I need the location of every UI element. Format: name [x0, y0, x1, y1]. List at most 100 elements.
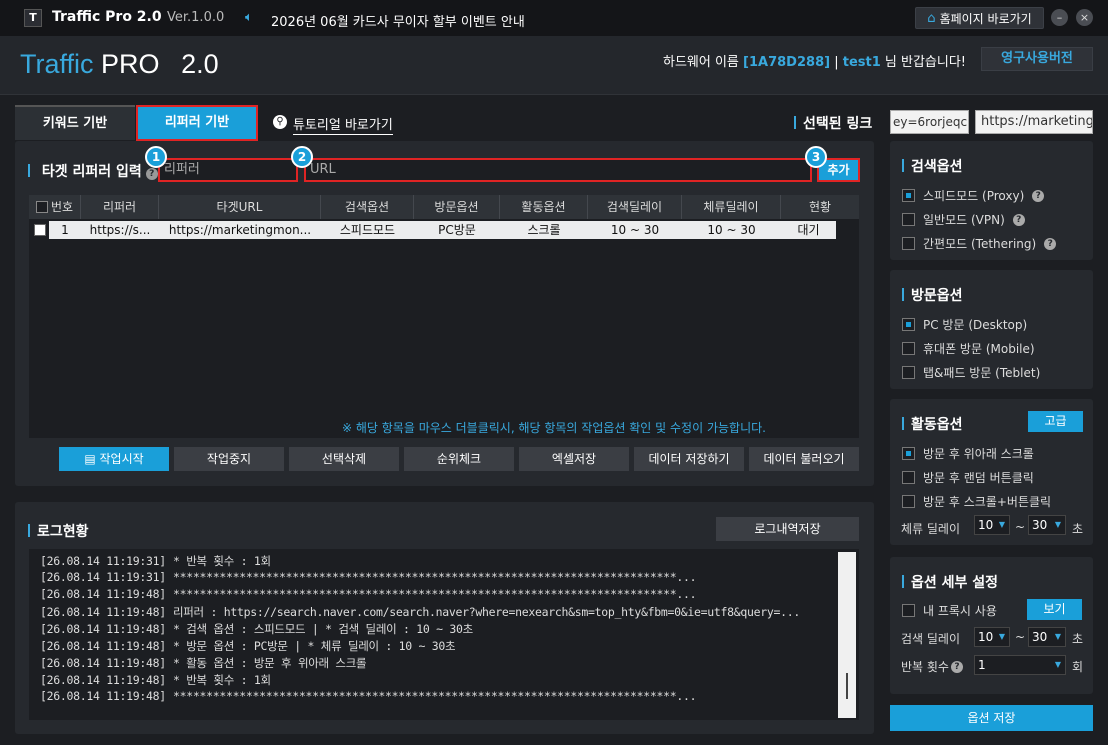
cell-search-option: 스피드모드	[339, 223, 396, 237]
log-save-button[interactable]: 로그내역저장	[716, 517, 859, 541]
table-row[interactable]: 1 https://s... https://marketingmon... 스…	[49, 221, 836, 239]
option-pc-visit[interactable]: PC 방문 (Desktop)	[902, 316, 1027, 333]
normal-mode-label: 일반모드 (VPN)	[923, 213, 1005, 227]
help-icon[interactable]: ?	[1032, 189, 1045, 202]
selected-link-field-1[interactable]: ey=6rorjeqc	[890, 110, 969, 134]
log-timestamp: [26.08.14 11:19:48]	[40, 656, 166, 670]
detail-options-title: 옵션 세부 설정	[902, 572, 998, 592]
chevron-down-icon: ▼	[998, 520, 1005, 529]
pc-visit-label: PC 방문 (Desktop)	[923, 318, 1028, 332]
help-icon[interactable]: ?	[1044, 237, 1057, 250]
log-box[interactable]: [26.08.14 11:19:31] * 반복 횟수 : 1회 [26.08.1…	[29, 549, 859, 720]
tab-referrer[interactable]: 리퍼러 기반	[136, 105, 258, 141]
notice-text[interactable]: 2026년 06월 카드사 무이자 할부 이벤트 안내	[271, 11, 525, 30]
search-options-panel: 검색옵션 스피드모드 (Proxy) ? 일반모드 (VPN) ? 간편모드 (…	[890, 141, 1093, 260]
col-visit-option: 방문옵션	[414, 195, 500, 219]
referrer-input[interactable]: 리퍼러	[158, 158, 298, 182]
cell-no: 1	[61, 223, 69, 237]
log-message: * 활동 옵션 : 방문 후 위아래 스크롤	[173, 656, 367, 670]
minimize-button[interactable]: –	[1051, 9, 1068, 26]
scroll-label: 방문 후 위아래 스크롤	[923, 447, 1034, 461]
stay-delay-to-select[interactable]: 30 ▼	[1028, 515, 1066, 535]
excel-save-button[interactable]: 엑셀저장	[519, 447, 629, 471]
col-referrer: 리퍼러	[81, 195, 159, 219]
search-tilde: ~	[1015, 630, 1026, 644]
col-search-option: 검색옵션	[321, 195, 414, 219]
log-message: ****************************************…	[173, 587, 697, 601]
help-icon[interactable]: ?	[1012, 213, 1025, 226]
search-icon: ⚲	[273, 115, 287, 129]
log-line: [26.08.14 11:19:48] * 검색 옵션 : 스피드모드 | * 검…	[40, 621, 473, 637]
homepage-button[interactable]: ⌂ 홈페이지 바로가기	[915, 7, 1044, 29]
selected-link-field-2[interactable]: https://marketing	[975, 110, 1093, 134]
help-icon[interactable]: ?	[145, 168, 158, 180]
url-input[interactable]: URL	[304, 158, 812, 182]
search-to-value: 30	[1032, 630, 1048, 644]
search-delay-from-select[interactable]: 10 ▼	[974, 627, 1010, 647]
selected-link-title: 선택된 링크	[794, 113, 872, 133]
option-random-click[interactable]: 방문 후 랜덤 버튼클릭	[902, 469, 1034, 486]
option-mobile-visit[interactable]: 휴대폰 방문 (Mobile)	[902, 340, 1035, 357]
cell-stay-delay: 10 ~ 30	[707, 223, 756, 237]
cell-search-delay: 10 ~ 30	[610, 223, 660, 237]
save-data-button[interactable]: 데이터 저장하기	[634, 447, 744, 471]
simple-mode-label: 간편모드 (Tethering)	[923, 237, 1037, 251]
close-button[interactable]: ×	[1076, 9, 1093, 26]
rank-check-button[interactable]: 순위체크	[404, 447, 514, 471]
option-speed-mode[interactable]: 스피드모드 (Proxy) ?	[902, 187, 1045, 204]
tablet-visit-checkbox[interactable]	[902, 366, 915, 379]
repeat-count-select[interactable]: 1 ▼	[974, 655, 1066, 675]
option-scroll-click[interactable]: 방문 후 스크롤+버튼클릭	[902, 493, 1051, 510]
hardware-info: 하드웨어 이름 [1A78D288] | test1 님 반갑습니다!	[663, 51, 966, 70]
step-badge-3: 3	[805, 146, 827, 168]
option-scroll[interactable]: 방문 후 위아래 스크롤	[902, 445, 1034, 462]
option-simple-mode[interactable]: 간편모드 (Tethering) ?	[902, 235, 1057, 252]
log-scrollbar-thumb[interactable]	[846, 673, 848, 699]
log-title: 로그현황	[28, 521, 89, 541]
my-proxy-checkbox[interactable]	[902, 604, 915, 617]
repeat-unit: 회	[1072, 660, 1084, 674]
brand-part2: PRO	[101, 49, 160, 79]
scroll-click-checkbox[interactable]	[902, 495, 915, 508]
stay-delay-from-select[interactable]: 10 ▼	[974, 515, 1010, 535]
advanced-button[interactable]: 고급	[1028, 411, 1083, 432]
scroll-checkbox[interactable]	[902, 447, 915, 460]
mobile-visit-checkbox[interactable]	[902, 342, 915, 355]
normal-mode-checkbox[interactable]	[902, 213, 915, 226]
option-my-proxy[interactable]: 내 프록시 사용	[902, 602, 997, 619]
log-timestamp: [26.08.14 11:19:48]	[40, 639, 166, 653]
save-options-button[interactable]: 옵션 저장	[890, 705, 1093, 731]
simple-mode-checkbox[interactable]	[902, 237, 915, 250]
view-button[interactable]: 보기	[1027, 599, 1082, 620]
log-message: * 반복 횟수 : 1회	[173, 673, 271, 687]
search-delay-to-select[interactable]: 30 ▼	[1028, 627, 1066, 647]
stop-button[interactable]: 작업중지	[174, 447, 284, 471]
detail-options-panel: 옵션 세부 설정 내 프록시 사용 보기 검색 딜레이 10 ▼ ~ 30 ▼ 초 …	[890, 557, 1093, 694]
log-line: [26.08.14 11:19:48] *********************…	[40, 689, 697, 703]
permanent-version-button[interactable]: 영구사용버전	[981, 47, 1093, 71]
random-click-checkbox[interactable]	[902, 471, 915, 484]
help-icon[interactable]: ?	[950, 660, 963, 673]
delete-selected-button[interactable]: 선택삭제	[289, 447, 399, 471]
select-all-checkbox[interactable]	[35, 201, 48, 213]
tab-keyword[interactable]: 키워드 기반	[15, 105, 135, 140]
load-data-button[interactable]: 데이터 불러오기	[749, 447, 859, 471]
pc-visit-checkbox[interactable]	[902, 318, 915, 331]
search-options-title: 검색옵션	[902, 156, 963, 176]
my-proxy-label: 내 프록시 사용	[923, 604, 997, 618]
log-line: [26.08.14 11:19:48] *********************…	[40, 587, 697, 601]
row-checkbox[interactable]	[34, 224, 46, 236]
tutorial-link[interactable]: 튜토리얼 바로가기	[293, 114, 393, 135]
option-tablet-visit[interactable]: 탭&패드 방문 (Teblet)	[902, 364, 1040, 381]
app-version: Ver.1.0.0	[167, 10, 225, 25]
speed-mode-checkbox[interactable]	[902, 189, 915, 202]
brand-part1: Traffic	[20, 49, 94, 79]
speaker-icon: 🔈︎	[245, 10, 253, 25]
app-logo-icon: T	[24, 9, 42, 27]
start-button[interactable]: ▤ 작업시작	[59, 447, 169, 471]
log-message: ****************************************…	[173, 570, 697, 584]
option-normal-mode[interactable]: 일반모드 (VPN) ?	[902, 211, 1025, 228]
chevron-down-icon: ▼	[1054, 520, 1061, 529]
stay-to-value: 30	[1032, 518, 1048, 532]
visit-options-panel: 방문옵션 PC 방문 (Desktop) 휴대폰 방문 (Mobile) 탭&패…	[890, 270, 1093, 389]
